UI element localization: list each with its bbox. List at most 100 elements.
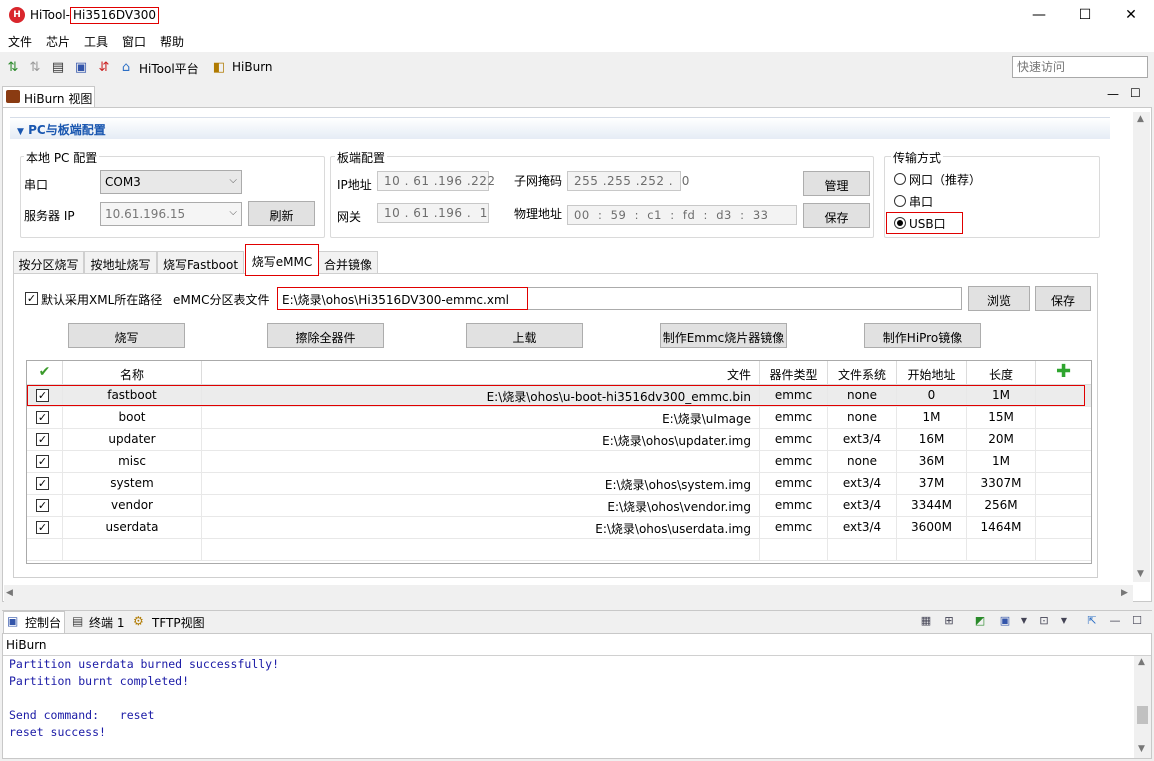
menu-chip[interactable]: 芯片 — [46, 33, 70, 50]
close-button[interactable]: ✕ — [1108, 0, 1154, 30]
serial-port-select[interactable]: COM3 ⌵ — [100, 170, 242, 194]
row-check-icon[interactable]: ✓ — [36, 433, 49, 446]
row-checkbox[interactable]: ✓ — [27, 451, 63, 473]
quick-access-input[interactable] — [1012, 56, 1148, 78]
menu-window[interactable]: 窗口 — [122, 33, 146, 50]
main-horizontal-scrollbar[interactable]: ◀ ▶ — [4, 585, 1133, 602]
export-icon[interactable]: ⇱ — [1084, 613, 1100, 629]
console-output[interactable]: HiBurn Partition userdata burned success… — [2, 633, 1152, 759]
subnet-field[interactable]: 255 .255 .252 . 0 — [567, 171, 689, 191]
row-checkbox[interactable]: ✓ — [27, 517, 63, 539]
make-emmc-image-button[interactable]: 制作Emmc烧片器镜像 — [660, 323, 787, 348]
terminal-icon[interactable]: ▤ — [50, 60, 66, 76]
use-default-xml-checkbox[interactable]: ✓ — [25, 292, 38, 305]
row-check-icon[interactable]: ✓ — [36, 499, 49, 512]
hiburn-button[interactable]: HiBurn — [232, 60, 273, 74]
manage-button[interactable]: 管理 — [803, 171, 870, 196]
gateway-field[interactable]: 10 . 61 .196 . 1 — [377, 203, 489, 223]
emmc-save-button[interactable]: 保存 — [1035, 286, 1091, 311]
upload-button[interactable]: 上载 — [466, 323, 583, 348]
cell-length: 1464M — [967, 517, 1036, 539]
menu-help[interactable]: 帮助 — [160, 33, 184, 50]
tab-terminal[interactable]: 终端 1 — [89, 611, 124, 632]
board-ip-field[interactable]: 10 . 61 .196 .222 — [377, 171, 495, 191]
mac-field[interactable]: 00 : 59 : c1 : fd : d3 : 33 — [567, 205, 797, 225]
table-row[interactable]: ✓ system E:\烧录\ohos\system.img emmc ext3/4 37… — [27, 473, 1091, 495]
app-logo-icon: H — [9, 7, 25, 23]
section-header[interactable] — [10, 117, 1110, 139]
scroll-lock-icon[interactable]: ⊞ — [941, 613, 957, 629]
cell-name: boot — [63, 407, 202, 429]
row-checkbox[interactable]: ✓ — [27, 495, 63, 517]
table-row[interactable] — [27, 539, 1091, 561]
connect-icon[interactable]: ⇅ — [5, 60, 21, 76]
tab-tftp[interactable]: TFTP视图 — [152, 611, 205, 632]
tab-address-burn[interactable]: 按地址烧写 — [84, 251, 157, 274]
partition-file-input[interactable]: E:\烧录\ohos\Hi3516DV300-emmc.xml — [277, 287, 962, 310]
select-all-check-icon[interactable]: ✔ — [27, 361, 63, 385]
console-scroll-thumb[interactable] — [1137, 706, 1148, 724]
disconnect-icon[interactable]: ⇅ — [27, 60, 43, 76]
hiburn-icon[interactable]: ◧ — [211, 60, 227, 76]
tab-emmc-burn[interactable]: 烧写eMMC — [245, 244, 319, 276]
collapse-icon[interactable]: ▼ — [17, 127, 24, 137]
view-minimize-icon[interactable]: — — [1107, 87, 1119, 101]
main-vertical-scrollbar[interactable]: ▲ ▼ — [1133, 112, 1150, 582]
maximize-button[interactable]: ☐ — [1062, 0, 1108, 30]
radio-usb[interactable] — [894, 217, 906, 229]
row-check-icon[interactable]: ✓ — [36, 521, 49, 534]
title-device: Hi3516DV300 — [70, 7, 160, 24]
server-ip-select[interactable]: 10.61.196.15 ⌵ — [100, 202, 242, 226]
pin-console-icon[interactable]: ◩ — [972, 613, 988, 629]
menu-file[interactable]: 文件 — [8, 33, 32, 50]
table-row[interactable]: ✓ boot E:\烧录\uImage emmc none 1M 15M — [27, 407, 1091, 429]
cell-empty[interactable] — [27, 539, 63, 561]
console-minimize-icon[interactable]: — — [1107, 613, 1123, 629]
make-hipro-image-button[interactable]: 制作HiPro镜像 — [864, 323, 981, 348]
tab-console[interactable]: 控制台 — [25, 611, 61, 632]
home-icon[interactable]: ⌂ — [118, 60, 134, 76]
row-checkbox[interactable]: ✓ — [27, 429, 63, 451]
menu-tools[interactable]: 工具 — [84, 33, 108, 50]
row-check-icon[interactable]: ✓ — [36, 455, 49, 468]
section-title[interactable]: ▼ PC与板端配置 — [17, 121, 106, 138]
view-tab-hiburn[interactable]: HiBurn 视图 — [2, 86, 95, 108]
use-default-xml-label[interactable]: 默认采用XML所在路径 — [41, 291, 162, 308]
refresh-button[interactable]: 刷新 — [248, 201, 315, 226]
hiburn-view-icon — [6, 90, 20, 103]
erase-all-button[interactable]: 擦除全器件 — [267, 323, 384, 348]
row-checkbox[interactable]: ✓ — [27, 473, 63, 495]
burn-button[interactable]: 烧写 — [68, 323, 185, 348]
radio-usb-label[interactable]: USB口 — [909, 215, 946, 232]
radio-network-label[interactable]: 网口（推荐） — [909, 171, 981, 188]
tab-fastboot-burn[interactable]: 烧写Fastboot — [157, 251, 244, 274]
view-maximize-icon[interactable]: ☐ — [1130, 86, 1141, 100]
open-console-icon[interactable]: ⊡ — [1036, 613, 1052, 629]
board-group-label: 板端配置 — [335, 149, 388, 166]
table-row[interactable]: ✓ misc emmc none 36M 1M — [27, 451, 1091, 473]
console-maximize-icon[interactable]: ☐ — [1129, 613, 1145, 629]
tab-partition-burn[interactable]: 按分区烧写 — [13, 251, 84, 274]
minimize-button[interactable]: — — [1016, 0, 1062, 30]
console-scrollbar[interactable]: ▲ ▼ — [1134, 656, 1151, 758]
radio-serial[interactable] — [894, 195, 906, 207]
monitor-icon[interactable]: ▣ — [73, 60, 89, 76]
transfer-icon[interactable]: ⇵ — [96, 60, 112, 76]
radio-network[interactable] — [894, 173, 906, 185]
radio-serial-label[interactable]: 串口 — [909, 193, 933, 210]
clear-console-icon[interactable]: ▦ — [918, 613, 934, 629]
row-check-icon[interactable]: ✓ — [36, 411, 49, 424]
table-row[interactable]: ✓ updater E:\烧录\ohos\updater.img emmc ext3/4… — [27, 429, 1091, 451]
row-checkbox[interactable]: ✓ — [27, 407, 63, 429]
table-row[interactable]: ✓ vendor E:\烧录\ohos\vendor.img emmc ext3/4 33… — [27, 495, 1091, 517]
hitool-platform-button[interactable]: HiTool平台 — [139, 60, 199, 77]
row-check-icon[interactable]: ✓ — [36, 477, 49, 490]
browse-button[interactable]: 浏览 — [968, 286, 1030, 311]
board-save-button[interactable]: 保存 — [803, 203, 870, 228]
display-console-icon[interactable]: ▣ — [997, 613, 1013, 629]
tab-merge-image[interactable]: 合并镜像 — [318, 251, 378, 274]
add-row-plus-icon[interactable]: ✚ — [1036, 361, 1091, 385]
table-row[interactable]: ✓ userdata E:\烧录\ohos\userdata.img emmc ext3… — [27, 517, 1091, 539]
open-dropdown-icon[interactable]: ▼ — [1056, 613, 1072, 629]
display-dropdown-icon[interactable]: ▼ — [1016, 613, 1032, 629]
